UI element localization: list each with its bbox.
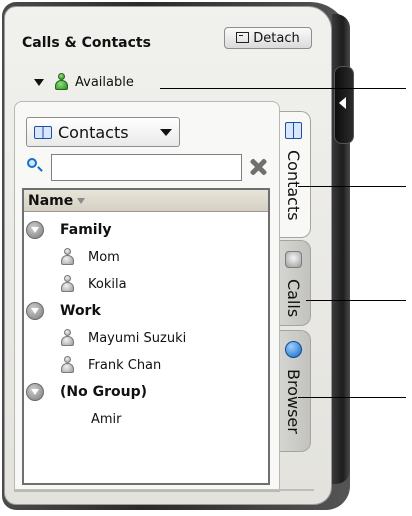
contact-name: Mom (88, 249, 120, 265)
group-name: Family (60, 222, 112, 238)
status-dropdown-icon[interactable] (34, 78, 44, 86)
contact-row[interactable]: Kokila (60, 271, 127, 297)
group-name: (No Group) (60, 384, 148, 400)
window-title: Calls & Contacts (22, 35, 151, 51)
collapse-group-icon[interactable] (26, 302, 44, 320)
tab-browser[interactable]: Browser (277, 330, 311, 452)
dropdown-selected-value: Contacts (58, 122, 129, 142)
address-book-icon (285, 122, 302, 139)
contact-list: Name Family Mom Kokila Work Mayumi Suzuk… (22, 188, 270, 485)
sort-down-icon (77, 198, 86, 204)
contact-name: Amir (91, 411, 122, 427)
group-row-work[interactable]: Work (26, 298, 101, 324)
address-book-icon (34, 125, 52, 139)
group-row-no-group[interactable]: (No Group) (26, 379, 147, 405)
contact-name: Frank Chan (88, 357, 162, 373)
contact-offline-icon (60, 248, 74, 266)
tab-contacts[interactable]: Contacts (277, 111, 311, 238)
status-label: Available (75, 74, 134, 90)
contact-name: Kokila (88, 276, 127, 292)
presence-available-icon (54, 73, 68, 91)
contact-row[interactable]: Mom (60, 244, 120, 270)
contact-offline-icon (60, 356, 74, 374)
tab-calls[interactable]: Calls (277, 240, 311, 326)
phone-icon (285, 251, 302, 268)
group-name: Work (60, 303, 101, 319)
collapse-group-icon[interactable] (26, 221, 44, 239)
clear-search-icon[interactable] (248, 157, 268, 177)
collapse-group-icon[interactable] (26, 383, 44, 401)
contact-row[interactable]: Mayumi Suzuki (60, 325, 186, 351)
contacts-source-dropdown[interactable]: Contacts (26, 117, 180, 147)
callout-line-browser-tab (298, 397, 406, 398)
chevron-down-icon (160, 129, 172, 136)
tab-browser-label: Browser (284, 369, 303, 434)
contact-offline-icon (60, 275, 74, 293)
contact-row[interactable]: Frank Chan (60, 352, 161, 378)
chevron-left-icon (339, 97, 346, 109)
column-header-name[interactable]: Name (24, 190, 268, 212)
detach-icon (236, 32, 250, 43)
callout-line-status (160, 88, 406, 89)
callout-line-calls-tab (306, 300, 406, 301)
group-row-family[interactable]: Family (26, 217, 112, 243)
status-selector[interactable]: Available (34, 72, 134, 92)
collapse-handle[interactable] (334, 66, 354, 144)
tab-calls-label: Calls (284, 279, 303, 318)
search-icon (27, 158, 37, 168)
contact-name: Mayumi Suzuki (88, 330, 187, 346)
search-input[interactable] (51, 154, 242, 181)
panel-divider (14, 489, 314, 491)
detach-button[interactable]: Detach (224, 27, 312, 49)
browser-globe-icon (285, 341, 302, 358)
contact-row[interactable]: Amir (91, 406, 122, 432)
callout-line-contacts-tab (298, 186, 406, 187)
contact-offline-icon (60, 329, 74, 347)
column-header-label: Name (28, 193, 74, 209)
detach-label: Detach (253, 31, 300, 46)
